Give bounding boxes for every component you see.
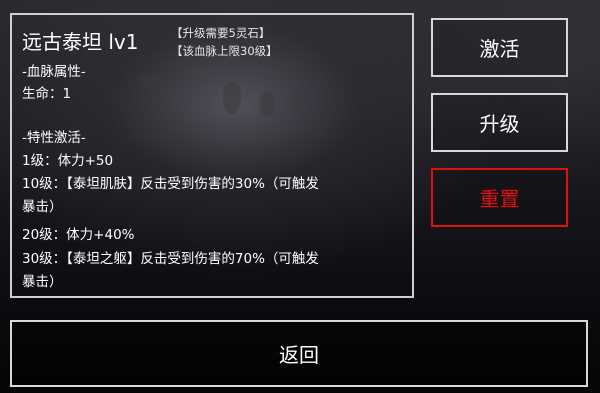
trait-line: 暴击） <box>22 274 63 290</box>
upgrade-button[interactable]: 升级 <box>431 93 568 152</box>
life-stat: 生命：1 <box>22 86 72 102</box>
trait-line: 30级：【泰坦之躯】反击受到伤害的70%（可触发 <box>22 251 319 267</box>
bloodline-title: 远古泰坦 lv1 <box>22 30 139 54</box>
activate-button[interactable]: 激活 <box>431 18 568 77</box>
upgrade-cost-note: 【升级需要5灵石】 <box>171 26 271 40</box>
traits-header: -特性激活- <box>22 130 86 146</box>
trait-line: 20级：体力+40% <box>22 227 135 243</box>
trait-line: 1级：体力+50 <box>22 153 114 169</box>
back-button[interactable]: 返回 <box>10 320 588 387</box>
reset-button[interactable]: 重置 <box>431 168 568 227</box>
level-cap-note: 【该血脉上限30级】 <box>171 44 278 58</box>
trait-line: 暴击） <box>22 199 63 215</box>
trait-line: 10级：【泰坦肌肤】反击受到伤害的30%（可触发 <box>22 176 319 192</box>
attributes-header: -血脉属性- <box>22 64 86 80</box>
